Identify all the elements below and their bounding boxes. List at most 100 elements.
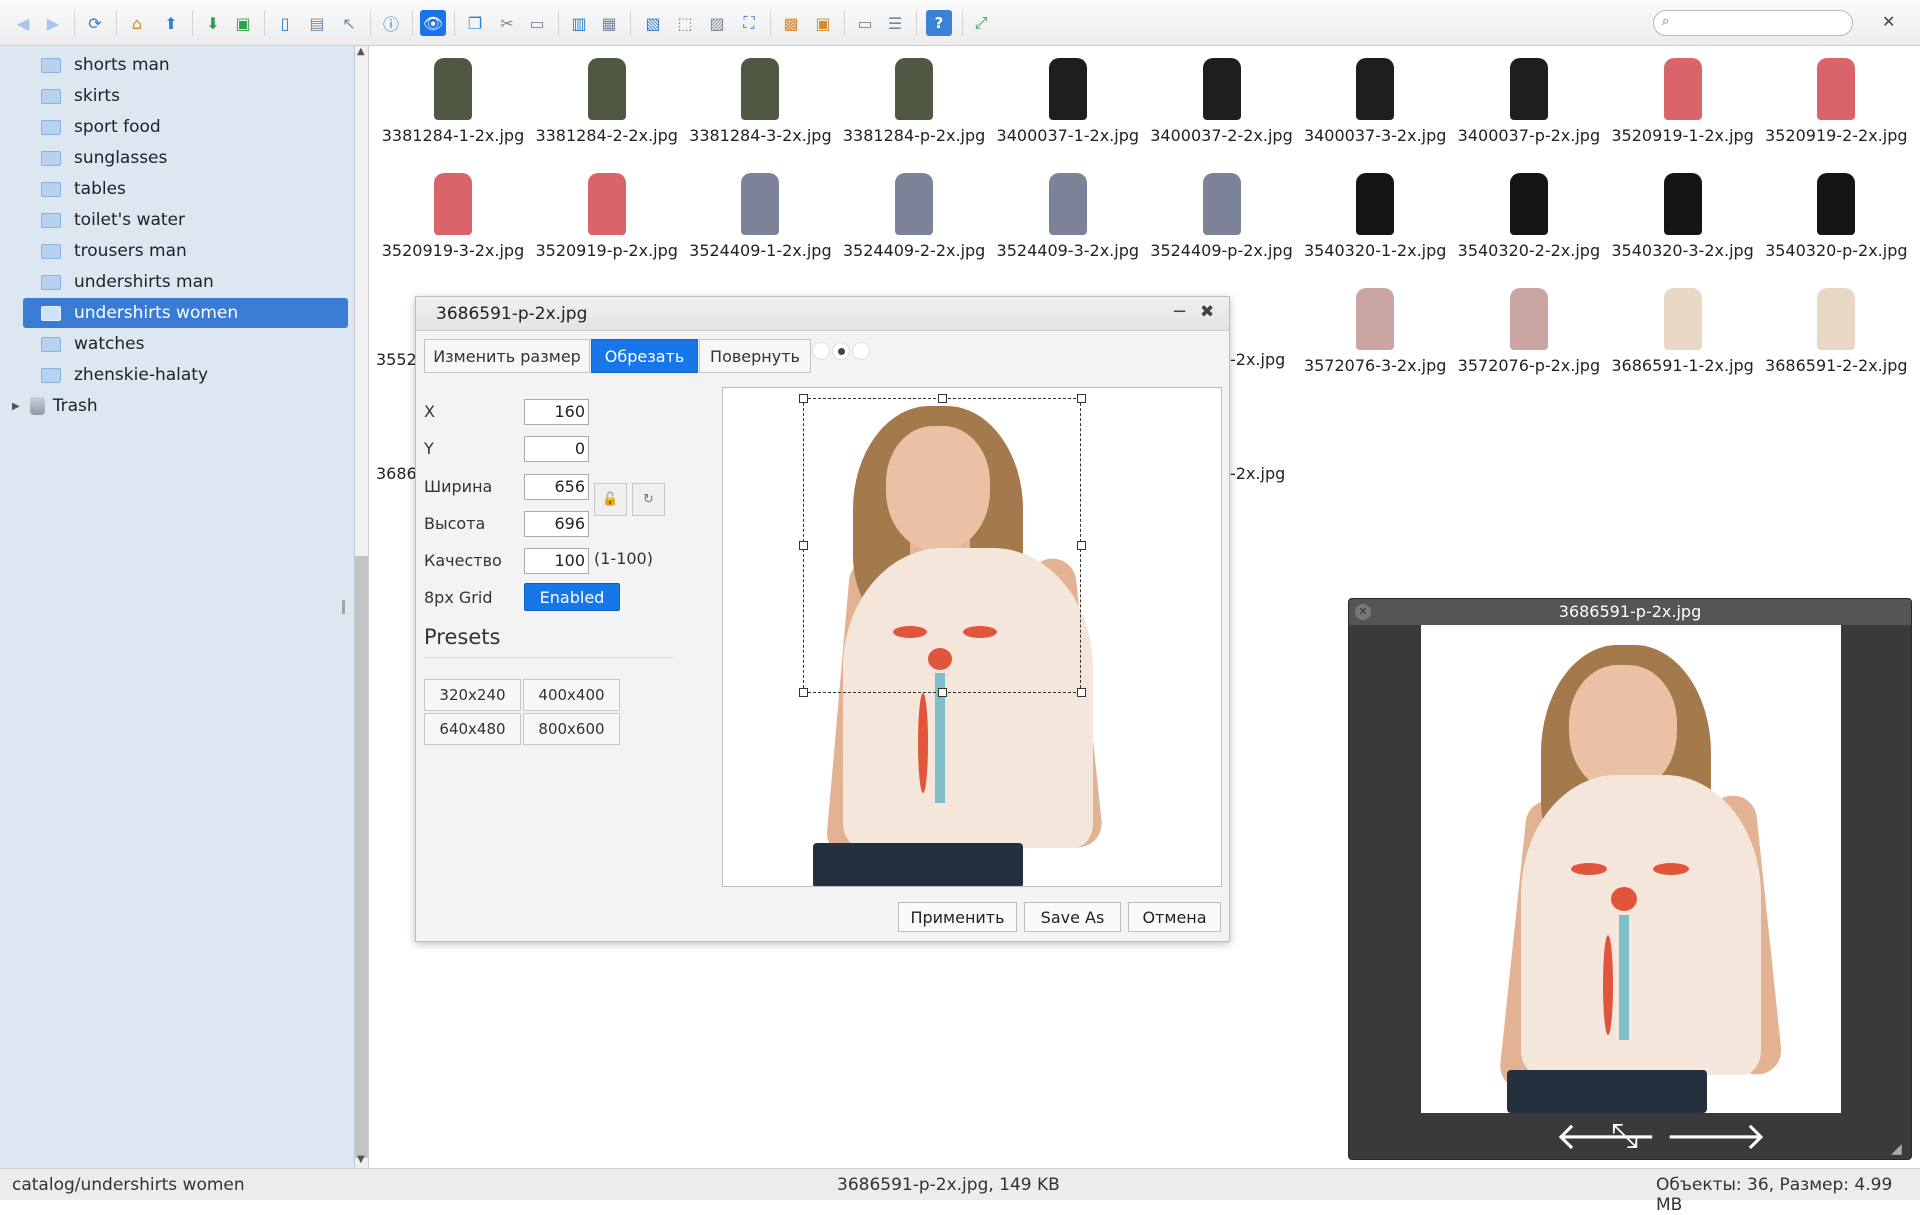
- save-as-button[interactable]: Save As: [1024, 902, 1121, 932]
- file-item[interactable]: 3400037-2-2x.jpg: [1145, 54, 1299, 164]
- preset-320x240-button[interactable]: 320x240: [424, 679, 521, 711]
- tree-item-trousers-man[interactable]: trousers man: [23, 236, 348, 266]
- file-item[interactable]: 3381284-1-2x.jpg: [376, 54, 530, 164]
- info-icon[interactable]: ⓘ: [378, 10, 404, 36]
- file-item[interactable]: 3686591-1-2x.jpg: [1606, 284, 1760, 394]
- file-item[interactable]: 3400037-1-2x.jpg: [991, 54, 1145, 164]
- file-item[interactable]: 3520919-2-2x.jpg: [1759, 54, 1913, 164]
- preset-640x480-button[interactable]: 640x480: [424, 713, 521, 745]
- tree-item-skirts[interactable]: skirts: [23, 81, 348, 111]
- file-item[interactable]: 3520919-1-2x.jpg: [1606, 54, 1760, 164]
- view-icons-icon[interactable]: ▭: [852, 10, 878, 36]
- copy-icon[interactable]: ❐: [462, 10, 488, 36]
- crop-handle[interactable]: [799, 688, 808, 697]
- up-icon[interactable]: ⬆: [158, 10, 184, 36]
- sidebar-scrollbar[interactable]: ▲ ▼: [355, 46, 369, 1168]
- file-item[interactable]: 3572076-3-2x.jpg: [1298, 284, 1452, 394]
- close-icon[interactable]: ✕: [1882, 12, 1895, 31]
- file-item[interactable]: 3524409-1-2x.jpg: [683, 169, 837, 279]
- extract-icon[interactable]: ▩: [778, 10, 804, 36]
- preset-400x400-button[interactable]: 400x400: [523, 679, 620, 711]
- x-input[interactable]: 160: [524, 399, 589, 425]
- download-icon[interactable]: ⬇: [200, 10, 226, 36]
- bg-radio-1[interactable]: [812, 342, 830, 360]
- file-item[interactable]: 3540320-2-2x.jpg: [1452, 169, 1606, 279]
- splitter-handle[interactable]: [342, 600, 345, 614]
- forward-icon[interactable]: ▶: [40, 10, 66, 36]
- preview-eye-icon[interactable]: 👁: [420, 10, 446, 36]
- tree-item-sport-food[interactable]: sport food: [23, 112, 348, 142]
- tree-item-undershirts-women[interactable]: undershirts women: [23, 298, 348, 328]
- edit-icon[interactable]: ▧: [640, 10, 666, 36]
- crop-handle[interactable]: [1077, 394, 1086, 403]
- apply-button[interactable]: Применить: [898, 902, 1017, 932]
- tab-crop[interactable]: Обрезать: [591, 339, 698, 373]
- tree-item-shorts-man[interactable]: shorts man: [23, 50, 348, 80]
- grid-toggle-button[interactable]: Enabled: [524, 583, 620, 611]
- tree-item-tables[interactable]: tables: [23, 174, 348, 204]
- bg-radio-2[interactable]: [832, 342, 850, 360]
- floppy-icon[interactable]: ▤: [304, 10, 330, 36]
- previous-arrow-icon[interactable]: 🡐: [1555, 1117, 1657, 1155]
- save-icon[interactable]: ▣: [230, 10, 256, 36]
- file-item[interactable]: 3524409-3-2x.jpg: [991, 169, 1145, 279]
- select-icon[interactable]: ↖: [336, 10, 362, 36]
- bg-radio-3[interactable]: [852, 342, 870, 360]
- tree-item-sunglasses[interactable]: sunglasses: [23, 143, 348, 173]
- cut-icon[interactable]: ✂: [494, 10, 520, 36]
- crop-handle[interactable]: [938, 394, 947, 403]
- y-input[interactable]: 0: [524, 436, 589, 462]
- aspect-lock-icon[interactable]: 🔓: [594, 483, 627, 516]
- file-name-partial[interactable]: -2x.jpg: [1230, 350, 1285, 369]
- delete-icon[interactable]: ▦: [596, 10, 622, 36]
- crop-selection[interactable]: [799, 394, 1086, 697]
- file-item[interactable]: 3381284-2-2x.jpg: [530, 54, 684, 164]
- next-arrow-icon[interactable]: 🡒: [1665, 1117, 1767, 1155]
- crop-handle[interactable]: [799, 394, 808, 403]
- help-icon[interactable]: ?: [926, 10, 952, 36]
- rename-icon[interactable]: ▨: [704, 10, 730, 36]
- resize-grip-icon[interactable]: ◢: [1891, 1141, 1902, 1157]
- crop-handle[interactable]: [1077, 688, 1086, 697]
- search-input[interactable]: ⌕: [1653, 10, 1853, 36]
- file-item[interactable]: 3686591-2-2x.jpg: [1759, 284, 1913, 394]
- minimize-icon[interactable]: −: [1172, 301, 1187, 322]
- reset-icon[interactable]: ↻: [632, 483, 665, 516]
- file-item[interactable]: 3400037-p-2x.jpg: [1452, 54, 1606, 164]
- file-item[interactable]: 3381284-p-2x.jpg: [837, 54, 991, 164]
- back-icon[interactable]: ◀: [10, 10, 36, 36]
- file-item[interactable]: 3524409-2-2x.jpg: [837, 169, 991, 279]
- dialog-titlebar[interactable]: 3686591-p-2x.jpg − ✖: [416, 297, 1229, 331]
- tab-rotate[interactable]: Повернуть: [699, 339, 811, 373]
- crop-handle[interactable]: [938, 688, 947, 697]
- file-item[interactable]: 3540320-p-2x.jpg: [1759, 169, 1913, 279]
- tree-item-toilets-water[interactable]: toilet's water: [23, 205, 348, 235]
- quality-input[interactable]: 100: [524, 548, 589, 574]
- tree-item-trash[interactable]: ▶ Trash: [0, 391, 98, 421]
- file-item[interactable]: 3524409-p-2x.jpg: [1145, 169, 1299, 279]
- file-item[interactable]: 3400037-3-2x.jpg: [1298, 54, 1452, 164]
- file-name-partial[interactable]: -2x.jpg: [1230, 464, 1285, 483]
- fullscreen-icon[interactable]: ⤢: [968, 10, 994, 36]
- home-icon[interactable]: ⌂: [124, 10, 150, 36]
- crop-handle[interactable]: [799, 541, 808, 550]
- archive-icon[interactable]: ▣: [810, 10, 836, 36]
- width-input[interactable]: 656: [524, 474, 589, 500]
- crop-canvas[interactable]: [722, 387, 1222, 887]
- cancel-button[interactable]: Отмена: [1128, 902, 1221, 932]
- crop-handle[interactable]: [1077, 541, 1086, 550]
- view-list-icon[interactable]: ☰: [882, 10, 908, 36]
- expand-arrow-icon[interactable]: ▶: [12, 401, 20, 412]
- duplicate-icon[interactable]: ▥: [566, 10, 592, 36]
- preset-800x600-button[interactable]: 800x600: [523, 713, 620, 745]
- open-icon[interactable]: ▯: [272, 10, 298, 36]
- file-item[interactable]: 3572076-p-2x.jpg: [1452, 284, 1606, 394]
- file-name-partial[interactable]: 3686: [376, 464, 417, 483]
- tab-resize[interactable]: Изменить размер: [424, 339, 590, 373]
- close-icon[interactable]: ✕: [1355, 604, 1371, 620]
- file-name-partial[interactable]: 3552: [376, 350, 417, 369]
- height-input[interactable]: 696: [524, 511, 589, 537]
- tree-item-zhenskie-halaty[interactable]: zhenskie-halaty: [23, 360, 348, 390]
- file-item[interactable]: 3540320-1-2x.jpg: [1298, 169, 1452, 279]
- resize-icon[interactable]: ⛶: [736, 10, 762, 36]
